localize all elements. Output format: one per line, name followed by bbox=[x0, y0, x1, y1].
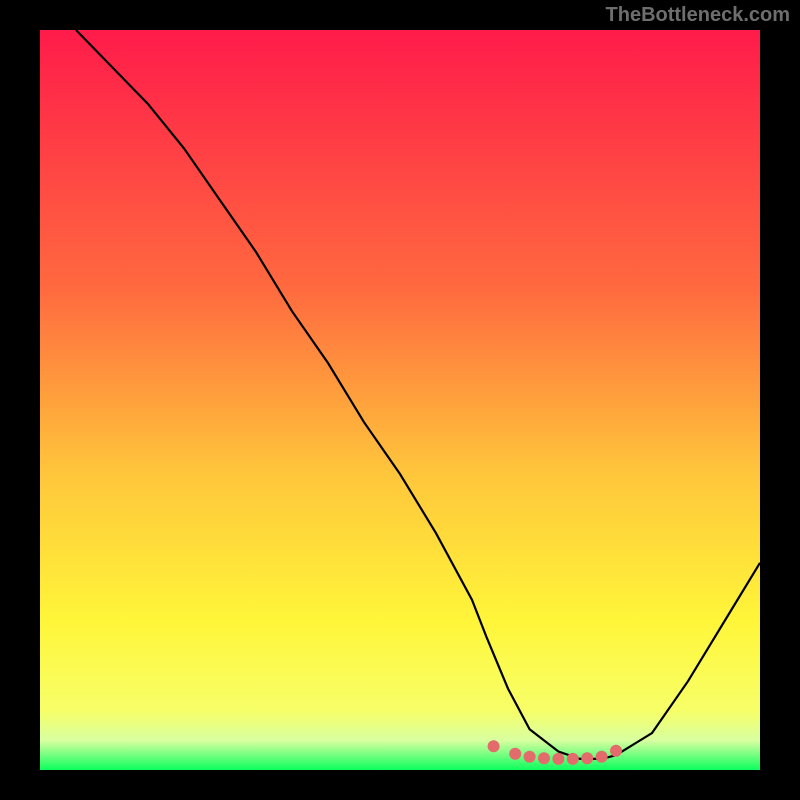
optimal-marker bbox=[610, 745, 622, 757]
watermark-text: TheBottleneck.com bbox=[606, 4, 790, 27]
bottleneck-curve bbox=[76, 30, 760, 759]
optimal-marker bbox=[581, 752, 593, 764]
marker-group bbox=[488, 740, 622, 765]
plot-frame bbox=[0, 0, 800, 800]
chart-container: TheBottleneck.com bbox=[0, 0, 800, 800]
plot-area bbox=[40, 30, 760, 770]
curve-layer bbox=[40, 30, 760, 770]
optimal-marker bbox=[524, 751, 536, 763]
optimal-marker bbox=[509, 748, 521, 760]
optimal-marker bbox=[538, 752, 550, 764]
optimal-marker bbox=[488, 740, 500, 752]
optimal-marker bbox=[552, 753, 564, 765]
optimal-marker bbox=[567, 753, 579, 765]
optimal-marker bbox=[596, 751, 608, 763]
